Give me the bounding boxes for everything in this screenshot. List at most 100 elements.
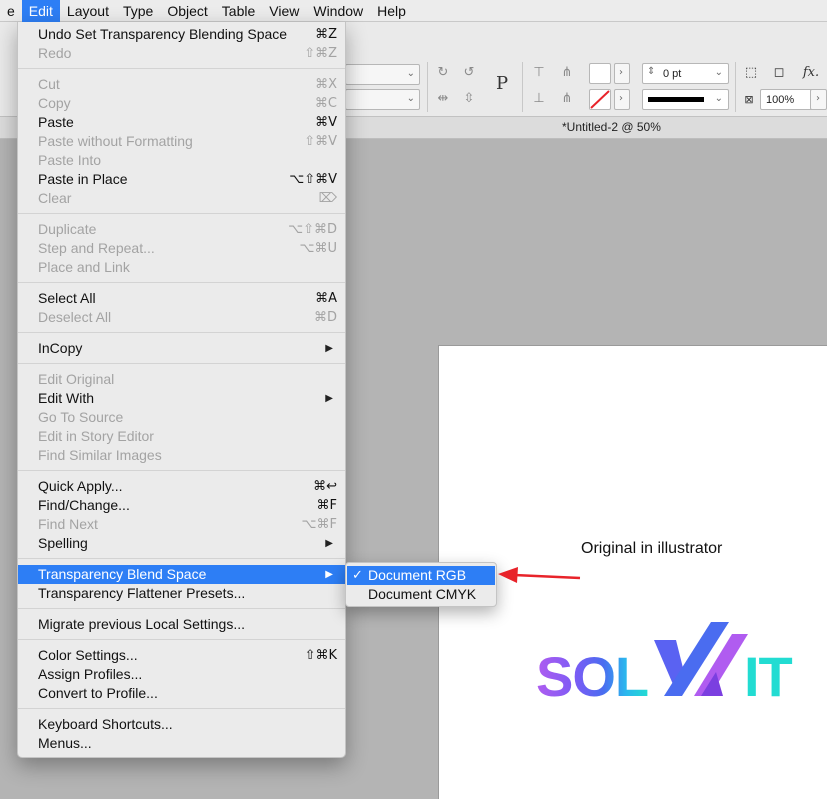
menu-item-label: Menus... (38, 735, 92, 751)
menu-item-select-all[interactable]: Select All ⌘A (18, 289, 345, 308)
menu-separator (18, 213, 345, 214)
menu-item-label: Edit Original (38, 371, 115, 387)
menu-item-undo-set-transparency-blending-space[interactable]: Undo Set Transparency Blending Space ⌘Z (18, 25, 345, 44)
menubar-item-view[interactable]: View (262, 0, 306, 22)
menu-item-step-and-repeat[interactable]: Step and Repeat... ⌥⌘U (18, 239, 345, 258)
stroke-swatch-none[interactable] (589, 89, 611, 110)
stroke-type-dropdown[interactable]: ⌄ (642, 89, 729, 110)
menu-item-label: Paste in Place (38, 171, 128, 187)
menu-item-label: Keyboard Shortcuts... (38, 716, 173, 732)
menu-item-clear[interactable]: Clear ⌦ (18, 189, 345, 208)
menu-item-shortcut: ⇧⌘V (304, 134, 337, 149)
menu-item-shortcut: ⌥⌘U (299, 241, 338, 256)
menu-item-menus[interactable]: Menus... (18, 734, 345, 753)
stroke-weight-value: 0 pt (663, 68, 682, 80)
menu-item-edit-in-story-editor[interactable]: Edit in Story Editor (18, 427, 345, 446)
menu-item-duplicate[interactable]: Duplicate ⌥⇧⌘D (18, 220, 345, 239)
menu-item-label: Migrate previous Local Settings... (38, 616, 245, 632)
menubar-item-help[interactable]: Help (370, 0, 413, 22)
submenu-arrow-icon: ▶ (325, 569, 333, 580)
font-size-dropdown[interactable]: ⌄ (345, 89, 420, 110)
menu-item-go-to-source[interactable]: Go To Source (18, 408, 345, 427)
menu-item-shortcut: ⌘Z (315, 27, 337, 42)
menu-item-paste[interactable]: Paste ⌘V (18, 113, 345, 132)
menubar-item-type[interactable]: Type (116, 0, 160, 22)
menu-item-color-settings[interactable]: Color Settings... ⇧⌘K (18, 646, 345, 665)
fit-frame-icon[interactable]: ⬚ (742, 65, 760, 81)
menu-separator (18, 363, 345, 364)
font-style-dropdown[interactable]: ⌄ (345, 64, 420, 85)
stroke-swatch-chevron[interactable]: › (614, 89, 630, 110)
menu-item-shortcut: ⌥⇧⌘V (289, 172, 337, 187)
menu-separator (18, 639, 345, 640)
menu-item-paste-without-formatting[interactable]: Paste without Formatting ⇧⌘V (18, 132, 345, 151)
stroke-type-preview (648, 97, 704, 102)
menu-item-spelling[interactable]: Spelling ▶ (18, 534, 345, 553)
menu-item-convert-to-profile[interactable]: Convert to Profile... (18, 684, 345, 703)
menu-item-label: Convert to Profile... (38, 685, 158, 701)
select-content-icon[interactable]: ⊥ (530, 91, 548, 107)
menu-item-transparency-blend-space[interactable]: Transparency Blend Space ▶ (18, 565, 345, 584)
flip-vertical-icon[interactable]: ⇳ (460, 91, 478, 107)
opacity-chevron[interactable]: › (810, 89, 827, 110)
toolbar-divider (735, 62, 736, 112)
menu-item-paste-into[interactable]: Paste Into (18, 151, 345, 170)
menu-item-migrate-previous-local-settings[interactable]: Migrate previous Local Settings... (18, 615, 345, 634)
menu-item-shortcut: ⇧⌘K (304, 648, 337, 663)
menu-item-incopy[interactable]: InCopy ▶ (18, 339, 345, 358)
select-container-icon[interactable]: ⊤ (530, 65, 548, 81)
menu-item-paste-in-place[interactable]: Paste in Place ⌥⇧⌘V (18, 170, 345, 189)
menu-item-quick-apply[interactable]: Quick Apply... ⌘↩ (18, 477, 345, 496)
menu-item-copy[interactable]: Copy ⌘C (18, 94, 345, 113)
drop-shadow-icon[interactable]: ◻ (770, 65, 788, 81)
menu-item-shortcut: ⌥⌘F (301, 517, 337, 532)
menu-item-edit-with[interactable]: Edit With ▶ (18, 389, 345, 408)
menu-item-label: Redo (38, 45, 72, 61)
menu-item-shortcut: ⌘A (315, 291, 337, 306)
menu-item-transparency-flattener-presets[interactable]: Transparency Flattener Presets... (18, 584, 345, 603)
menu-item-assign-profiles[interactable]: Assign Profiles... (18, 665, 345, 684)
menu-item-shortcut: ⌘C (314, 96, 337, 111)
menu-item-find-similar-images[interactable]: Find Similar Images (18, 446, 345, 465)
menu-item-label: Place and Link (38, 259, 130, 275)
menu-item-label: Duplicate (38, 221, 97, 237)
document-tab-title[interactable]: *Untitled-2 @ 50% (562, 120, 661, 134)
menu-item-redo[interactable]: Redo ⇧⌘Z (18, 44, 345, 63)
menubar-item-file-partial[interactable]: e (0, 0, 22, 22)
menubar-item-layout[interactable]: Layout (60, 0, 116, 22)
menu-item-deselect-all[interactable]: Deselect All ⌘D (18, 308, 345, 327)
rotate-ccw-icon[interactable]: ↺ (460, 65, 478, 81)
submenu-item-document-rgb[interactable]: ✓ Document RGB (347, 566, 495, 585)
select-next-icon[interactable]: ⋔ (557, 65, 577, 81)
menubar-item-edit[interactable]: Edit (21, 0, 60, 22)
menu-item-place-and-link[interactable]: Place and Link (18, 258, 345, 277)
text-frame-icon[interactable]: P (488, 73, 516, 95)
menu-item-label: Paste Into (38, 152, 102, 168)
menubar-item-table[interactable]: Table (215, 0, 262, 22)
menu-item-label: Transparency Blend Space (38, 566, 207, 582)
menu-item-label: Edit With (38, 390, 95, 406)
menu-item-cut[interactable]: Cut ⌘X (18, 75, 345, 94)
flip-horizontal-icon[interactable]: ⇹ (434, 91, 452, 107)
menu-item-find-change[interactable]: Find/Change... ⌘F (18, 496, 345, 515)
menu-item-edit-original[interactable]: Edit Original (18, 370, 345, 389)
menu-item-shortcut: ⌘↩ (313, 479, 337, 494)
stroke-weight-field[interactable]: ⇕ 0 pt ⌄ (642, 63, 729, 84)
edit-menu: Undo Set Transparency Blending Space ⌘Z Re… (17, 22, 346, 758)
menu-item-find-next[interactable]: Find Next ⌥⌘F (18, 515, 345, 534)
rotate-cw-icon[interactable]: ↻ (434, 65, 452, 81)
menu-item-keyboard-shortcuts[interactable]: Keyboard Shortcuts... (18, 715, 345, 734)
select-previous-icon[interactable]: ⋔ (557, 91, 577, 107)
fill-swatch[interactable] (589, 63, 611, 84)
svg-text:IT: IT (744, 645, 793, 698)
menubar-item-object[interactable]: Object (160, 0, 214, 22)
effects-icon[interactable]: fx. (800, 65, 822, 81)
menu-item-shortcut: ⌦ (318, 191, 337, 206)
fill-swatch-chevron[interactable]: › (614, 63, 630, 84)
menubar-item-window[interactable]: Window (306, 0, 370, 22)
stepper-icon[interactable]: ⇕ (647, 66, 655, 77)
menu-item-shortcut: ⇧⌘Z (304, 46, 337, 61)
submenu-item-document-cmyk[interactable]: Document CMYK (347, 585, 495, 604)
page-caption-text: Original in illustrator (581, 540, 723, 557)
menu-item-label: Deselect All (38, 309, 112, 325)
